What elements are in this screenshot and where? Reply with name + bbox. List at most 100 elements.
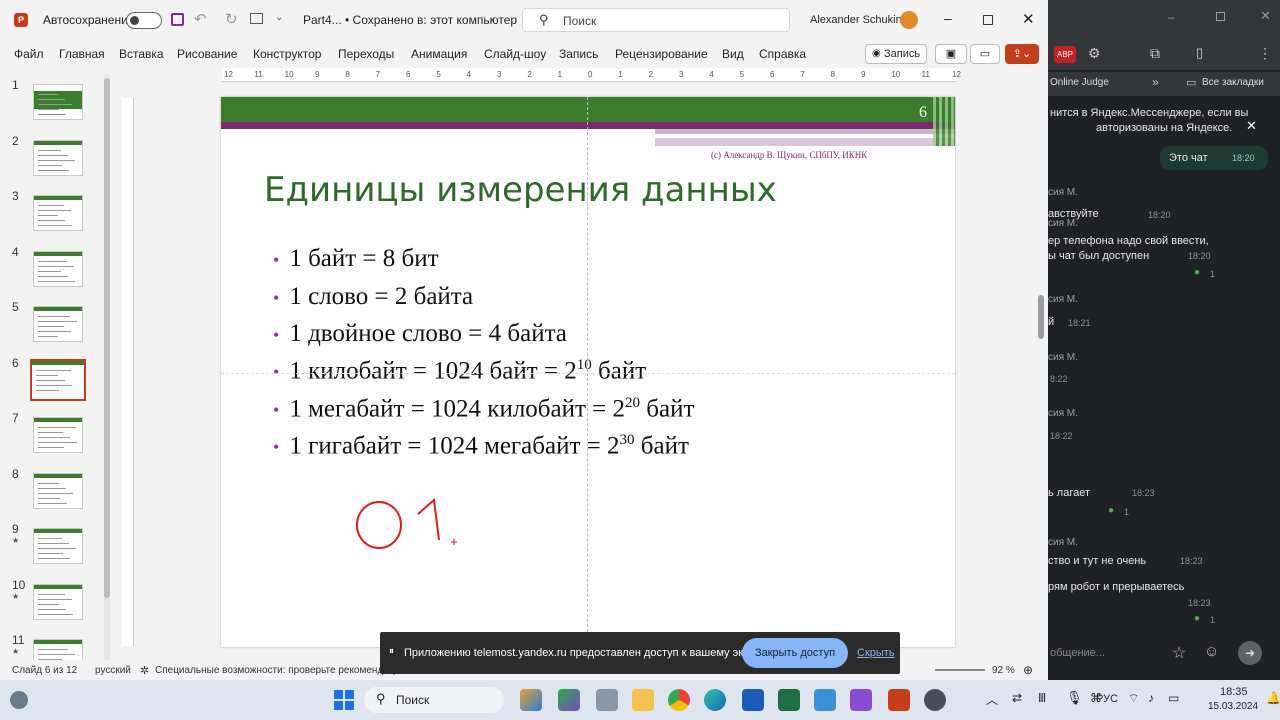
adblock-icon[interactable]: ABP (1054, 46, 1076, 63)
autosave-toggle[interactable] (126, 12, 162, 29)
slide-thumbnail[interactable] (33, 84, 83, 120)
slide-thumbnail[interactable] (30, 358, 86, 401)
taskbar-search[interactable]: ⚲ Поиск (364, 687, 504, 713)
volume-icon[interactable]: ♪ (1148, 691, 1154, 705)
undo-icon[interactable]: ↶ (194, 10, 207, 28)
app-icon[interactable] (558, 689, 580, 711)
zoom-slider[interactable] (935, 669, 985, 671)
fit-slide-icon[interactable]: ⊕ (1023, 663, 1033, 677)
copilot-icon[interactable] (520, 689, 542, 711)
slide-canvas[interactable]: 6 (c) Александр В. Щукин, СПбПУ, ИКНК Ед… (221, 97, 955, 647)
extension-icon[interactable]: ⚙ (1088, 45, 1101, 62)
menu-icon[interactable]: ⋮ (1258, 45, 1272, 62)
tab-slideshow[interactable]: Слайд-шоу (484, 47, 546, 61)
close-icon[interactable]: ✕ (1022, 10, 1035, 28)
bookmark-online-judge[interactable]: Online Judge (1050, 77, 1109, 88)
slide-thumbnail[interactable] (33, 195, 83, 231)
zoom-level[interactable]: 92 % (992, 665, 1015, 676)
notepad-icon[interactable] (814, 689, 836, 711)
chrome-icon[interactable] (668, 689, 690, 711)
slide-info[interactable]: Слайд 6 из 12 (12, 665, 77, 676)
chat-input[interactable]: общение... (1050, 647, 1105, 659)
task-view-icon[interactable] (596, 689, 618, 711)
comments-button[interactable]: ▭ (970, 44, 1000, 64)
minimize-icon[interactable]: – (1168, 10, 1175, 24)
chat-notice-close-icon[interactable]: ✕ (1246, 118, 1257, 134)
maximize-icon[interactable] (983, 15, 993, 25)
share-button[interactable]: ⇪⌄ (1005, 44, 1039, 64)
tab-view[interactable]: Вид (722, 47, 744, 61)
tray-chevron-icon[interactable]: ︿ (986, 691, 998, 708)
send-button[interactable]: ➜ (1238, 641, 1262, 665)
slideshow-start-icon[interactable] (250, 13, 263, 24)
maximize-icon[interactable] (1216, 12, 1225, 21)
tray-icon[interactable]: Ⅲ (1038, 691, 1046, 705)
save-icon[interactable] (171, 13, 184, 26)
language-indicator[interactable]: русский (95, 665, 131, 676)
puzzle-icon[interactable]: ⧉ (1150, 45, 1160, 62)
tab-insert[interactable]: Вставка (119, 47, 164, 61)
reaction-icon[interactable]: ● (1194, 267, 1200, 278)
accessibility-status[interactable]: Специальные возможности: проверьте реком… (155, 665, 406, 676)
close-icon[interactable]: ✕ (1260, 8, 1271, 24)
tab-transitions[interactable]: Переходы (338, 47, 394, 61)
edge-icon[interactable] (704, 689, 726, 711)
slide-scrollbar[interactable] (1037, 70, 1045, 640)
bookmark-all[interactable]: Все закладки (1202, 77, 1264, 88)
tab-review[interactable]: Рецензирование (615, 47, 708, 61)
thumbnails-scrollbar[interactable] (104, 74, 110, 660)
bullet-icon: • (273, 400, 280, 421)
tab-animations[interactable]: Анимация (411, 47, 467, 61)
title-chevron-icon[interactable]: ⌄ (488, 12, 496, 23)
slide-thumbnail[interactable] (33, 250, 83, 287)
tray-icon[interactable]: ⇄ (1012, 691, 1022, 705)
slide-thumbnail[interactable] (33, 139, 83, 176)
microphone-icon[interactable]: 🎙 (1066, 690, 1083, 706)
avatar[interactable] (900, 11, 918, 29)
language-indicator[interactable]: РУС (1096, 693, 1118, 705)
reaction-icon[interactable]: ● (1108, 505, 1114, 516)
slide-title[interactable]: Единицы измерения данных (264, 170, 777, 210)
star-icon[interactable]: ☆ (1172, 643, 1186, 663)
present-teams-button[interactable]: ▣ (935, 44, 967, 64)
battery-icon[interactable]: ▭ (1168, 691, 1179, 705)
user-name[interactable]: Alexander Schukin (810, 14, 902, 26)
slide-thumbnail[interactable] (33, 417, 83, 453)
search-box[interactable]: ⚲ Поиск (522, 8, 790, 32)
message-sender: сия М. (1048, 537, 1078, 548)
ink-annotation[interactable] (346, 492, 466, 562)
minimize-icon[interactable]: – (944, 10, 952, 26)
redo-icon[interactable]: ↻ (225, 10, 238, 28)
excel-icon[interactable] (778, 689, 800, 711)
clock-date[interactable]: 15.03.2024 (1208, 701, 1258, 712)
document-title[interactable]: Part4... • Сохранено в: этот компьютер (303, 13, 517, 27)
tab-draw[interactable]: Рисование (177, 47, 237, 61)
widgets-icon[interactable] (10, 691, 28, 709)
powerpoint-taskbar-icon[interactable] (888, 689, 910, 711)
word-icon[interactable] (742, 689, 764, 711)
bookmarks-overflow-icon[interactable]: » (1152, 75, 1159, 89)
notification-icon[interactable]: 🔔 (1266, 691, 1280, 705)
record-button[interactable]: ◉ Запись (865, 44, 927, 64)
hide-banner-link[interactable]: Скрыть (857, 647, 895, 659)
tab-record[interactable]: Запись (559, 47, 598, 61)
emoji-icon[interactable]: ☺ (1204, 643, 1219, 660)
tab-home[interactable]: Главная (59, 47, 105, 61)
sidepanel-icon[interactable]: ▯ (1196, 45, 1203, 61)
tab-help[interactable]: Справка (759, 47, 806, 61)
visual-studio-icon[interactable] (850, 689, 872, 711)
reaction-icon[interactable]: ● (1194, 613, 1200, 624)
slide-thumbnail[interactable] (33, 472, 83, 509)
slide-thumbnail[interactable] (33, 583, 83, 620)
clock-time[interactable]: 18:35 (1220, 686, 1248, 698)
app-icon[interactable] (924, 689, 946, 711)
qat-customize-icon[interactable]: ⌄ (275, 12, 283, 23)
slide-thumbnail[interactable] (33, 306, 83, 342)
start-button[interactable] (334, 690, 354, 710)
slide-thumbnail[interactable] (33, 528, 83, 564)
wifi-icon[interactable]: ⌔ (1128, 691, 1139, 706)
file-explorer-icon[interactable] (632, 689, 654, 711)
tab-file[interactable]: Файл (14, 47, 44, 61)
stop-sharing-button[interactable]: Закрыть доступ (742, 638, 848, 668)
tab-design[interactable]: Конструктор (253, 47, 321, 61)
